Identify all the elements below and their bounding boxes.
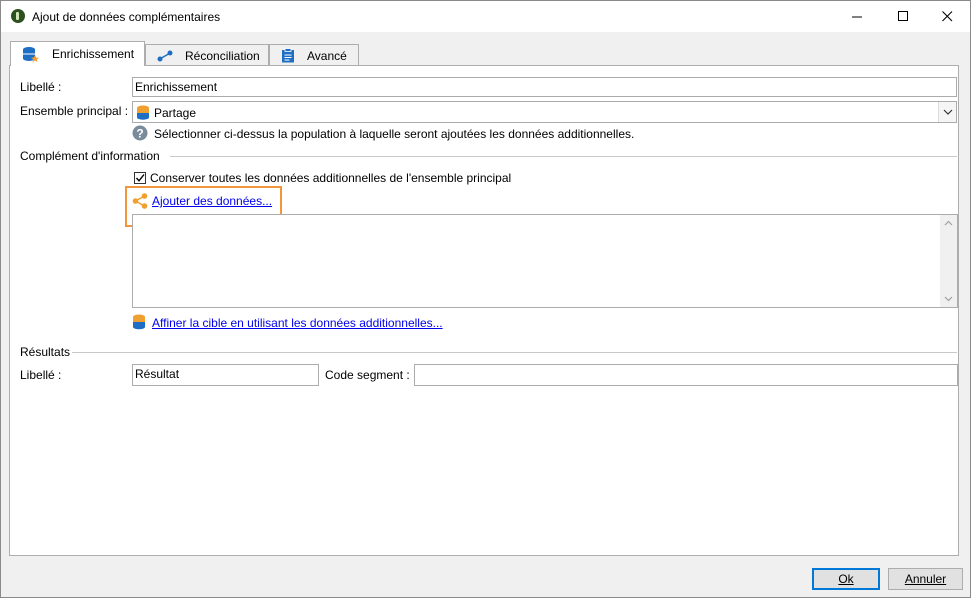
- tab-avance[interactable]: Avancé: [269, 44, 359, 66]
- code-segment-input[interactable]: [414, 364, 958, 386]
- minimize-icon: [851, 16, 862, 18]
- ensemble-principal-value: Partage: [154, 106, 197, 120]
- complement-section-title: Complément d'information: [20, 149, 160, 163]
- dropdown-arrow[interactable]: [938, 102, 956, 122]
- resultats-divider: [72, 352, 957, 353]
- ok-button[interactable]: Ok: [812, 568, 880, 590]
- libelle-label: Libellé :: [20, 80, 62, 94]
- chevron-down-icon: [943, 109, 952, 115]
- app-icon: [11, 9, 25, 23]
- libelle-input[interactable]: Enrichissement: [132, 77, 957, 97]
- annuler-button[interactable]: Annuler: [888, 568, 963, 590]
- database-filter-icon: [133, 314, 145, 330]
- complement-divider: [170, 156, 957, 157]
- maximize-icon: [897, 11, 908, 21]
- ensemble-principal-select[interactable]: Partage: [132, 101, 957, 123]
- tab-reconciliation-label: Réconciliation: [185, 48, 260, 63]
- scroll-down-icon[interactable]: [944, 296, 953, 302]
- maximize-button[interactable]: [880, 1, 926, 32]
- help-text: Sélectionner ci-dessus la population à l…: [154, 127, 635, 141]
- help-icon: ?: [132, 125, 148, 141]
- database-star-icon: [23, 47, 39, 62]
- title-bar: Ajout de données complémentaires: [1, 1, 970, 32]
- tab-reconciliation[interactable]: Réconciliation: [145, 44, 269, 66]
- close-button[interactable]: [924, 1, 970, 32]
- share-nodes-icon: [132, 193, 148, 209]
- tab-avance-label: Avancé: [307, 48, 347, 63]
- database-icon: [137, 105, 149, 120]
- ensemble-principal-label: Ensemble principal :: [20, 104, 129, 118]
- result-libelle-input[interactable]: Résultat: [132, 364, 319, 386]
- close-icon: [941, 11, 952, 22]
- svg-text:?: ?: [136, 127, 143, 141]
- scroll-up-icon[interactable]: [944, 220, 953, 226]
- minimize-button[interactable]: [834, 1, 880, 32]
- ajouter-donnees-link[interactable]: Ajouter des données...: [152, 194, 272, 208]
- result-libelle-label: Libellé :: [20, 368, 62, 382]
- link-nodes-icon: [157, 50, 173, 61]
- ok-button-label: Ok: [838, 572, 854, 586]
- dialog-window: Ajout de données complémentaires Enrichi…: [0, 0, 971, 598]
- checkmark-icon: [135, 174, 145, 182]
- clipboard-icon: [282, 48, 294, 63]
- annuler-button-label: Annuler: [904, 572, 947, 586]
- resultats-section-title: Résultats: [20, 345, 71, 359]
- conserver-checkbox-label: Conserver toutes les données additionnel…: [150, 171, 512, 185]
- code-segment-label: Code segment :: [325, 368, 410, 382]
- window-title: Ajout de données complémentaires: [32, 10, 221, 24]
- affiner-cible-link[interactable]: Affiner la cible en utilisant les donnée…: [152, 316, 443, 330]
- list-scrollbar[interactable]: [940, 215, 957, 307]
- conserver-checkbox[interactable]: [134, 172, 146, 184]
- tab-enrichissement-label: Enrichissement: [52, 47, 135, 61]
- additional-data-list[interactable]: [132, 214, 958, 308]
- tab-panel-enrichissement: Libellé : Enrichissement Ensemble princi…: [9, 65, 959, 556]
- tab-enrichissement[interactable]: Enrichissement: [10, 41, 145, 66]
